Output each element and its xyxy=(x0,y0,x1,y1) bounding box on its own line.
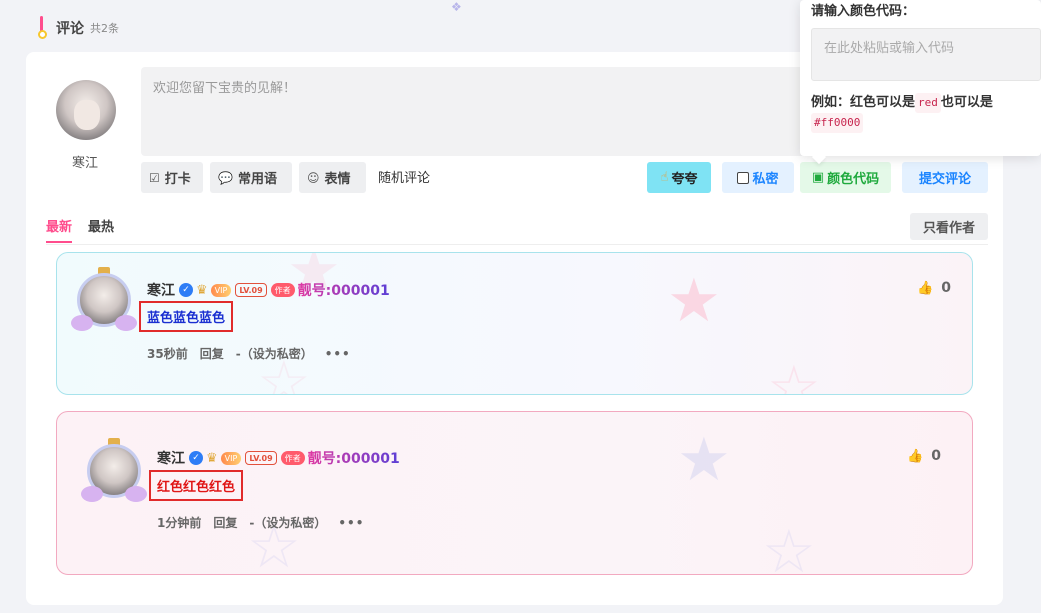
comment-time: 35秒前 xyxy=(147,347,188,361)
comment-header: 寒江 ✓ ♛ VIP LV.09 作者 靓号:000001 xyxy=(157,448,400,468)
star-decoration-icon: ★ xyxy=(677,425,731,495)
kuakua-label: 夸夸 xyxy=(671,172,698,187)
common-phrases-label: 常用语 xyxy=(237,172,277,187)
verified-icon: ✓ xyxy=(179,283,193,297)
random-comment-link[interactable]: 随机评论 xyxy=(378,167,430,186)
tab-newest[interactable]: 最新 xyxy=(46,216,73,243)
color-code-popover: 请输入颜色代码： 在此处粘贴或输入代码 例如：红色可以是 red 也可以是 #ff0… xyxy=(800,0,1041,156)
level-badge: LV.09 xyxy=(235,283,267,297)
author-badge: 作者 xyxy=(280,451,305,465)
current-user-name: 寒江 xyxy=(72,156,99,171)
comment-text: 红色红色红色 xyxy=(149,470,244,501)
star-decoration-icon: ☆ xyxy=(762,517,816,575)
more-icon[interactable]: ••• xyxy=(338,516,364,530)
kuakua-button[interactable]: ☝ 夸夸 xyxy=(647,162,711,193)
vanity-number: 靓号:000001 xyxy=(298,280,390,300)
comment-author-name[interactable]: 寒江 xyxy=(157,448,185,468)
set-private-button[interactable]: -（设为私密） xyxy=(249,514,326,531)
emoji-label: 表情 xyxy=(324,172,351,187)
comment-author-name[interactable]: 寒江 xyxy=(147,280,175,300)
avatar[interactable] xyxy=(71,267,137,333)
vanity-number: 靓号:000001 xyxy=(308,448,400,468)
comment-textarea[interactable]: 欢迎您留下宝贵的见解！ xyxy=(141,67,813,156)
avatar xyxy=(56,80,116,140)
color-code-label: 颜色代码 xyxy=(827,172,880,187)
more-icon[interactable]: ••• xyxy=(325,347,351,361)
color-code-input[interactable]: 在此处粘贴或输入代码 xyxy=(811,28,1041,81)
comment-text: 蓝色蓝色蓝色 xyxy=(139,301,234,332)
example-mid: 也可以是 xyxy=(940,95,993,110)
comment-header: 寒江 ✓ ♛ VIP LV.09 作者 靓号:000001 xyxy=(147,280,390,300)
example-code-hex: #ff0000 xyxy=(811,113,864,133)
vip-badge: VIP xyxy=(210,283,232,297)
thumbs-up-icon: 👍 xyxy=(907,448,924,464)
header-marker-icon xyxy=(38,16,47,40)
comments-count: 共2条 xyxy=(90,22,119,35)
only-author-button[interactable]: 只看作者 xyxy=(910,213,988,240)
submit-comment-button[interactable]: 提交评论 xyxy=(902,162,988,193)
reply-button[interactable]: 回复 xyxy=(213,514,237,531)
comment-item: ★ ☆ ☆ 寒江 ✓ ♛ VIP LV.09 作者 靓号:000001 红色红色… xyxy=(56,411,973,575)
decoration-icon: ❖ xyxy=(451,0,462,14)
divider xyxy=(46,244,988,245)
verified-icon: ✓ xyxy=(189,451,203,465)
like-count: 0 xyxy=(931,448,941,464)
private-checkbox[interactable] xyxy=(737,171,750,184)
crown-icon: ♛ xyxy=(196,282,208,298)
level-badge: LV.09 xyxy=(245,451,277,465)
finger-icon: ☝ xyxy=(660,170,669,185)
author-badge: 作者 xyxy=(270,283,295,297)
star-decoration-icon: ☆ xyxy=(767,353,821,395)
vip-badge: VIP xyxy=(220,451,242,465)
comment-time: 1分钟前 xyxy=(157,516,202,530)
emoji-button[interactable]: ☺ 表情 xyxy=(299,162,366,193)
comment-meta: 1分钟前 回复 -（设为私密） ••• xyxy=(157,514,376,531)
color-code-button[interactable]: ▣ 颜色代码 xyxy=(800,162,891,193)
checkin-label: 打卡 xyxy=(164,172,191,187)
smile-icon: ☺ xyxy=(307,170,320,185)
comment-item: ★ ★ ☆ ☆ 寒江 ✓ ♛ VIP LV.09 作者 靓号:000001 蓝色… xyxy=(56,252,973,395)
like-count: 0 xyxy=(941,280,951,296)
sort-tabs: 最新 最热 xyxy=(46,216,130,243)
set-private-button[interactable]: -（设为私密） xyxy=(236,345,313,362)
example-prefix: 例如：红色可以是 xyxy=(811,95,916,110)
like-button[interactable]: 👍 0 xyxy=(917,280,951,296)
comment-meta: 35秒前 回复 -（设为私密） ••• xyxy=(147,345,363,362)
tab-hottest[interactable]: 最热 xyxy=(88,216,114,243)
common-phrases-button[interactable]: 💬 常用语 xyxy=(210,162,292,193)
thumbs-up-icon: 👍 xyxy=(917,280,934,296)
checkbox-icon: ☑ xyxy=(149,170,160,185)
checkin-button[interactable]: ☑ 打卡 xyxy=(141,162,203,193)
popover-example: 例如：红色可以是 red 也可以是 #ff0000 xyxy=(811,93,1037,133)
robot-icon: ▣ xyxy=(811,170,825,185)
comments-header: 评论 共2条 xyxy=(38,16,119,40)
avatar[interactable] xyxy=(81,438,147,504)
chat-icon: 💬 xyxy=(218,170,233,185)
private-checkbox-button[interactable]: 私密 xyxy=(722,162,794,193)
popover-title: 请输入颜色代码： xyxy=(811,4,916,19)
crown-icon: ♛ xyxy=(206,450,218,466)
star-decoration-icon: ★ xyxy=(667,266,721,336)
example-code-red: red xyxy=(915,93,941,113)
like-button[interactable]: 👍 0 xyxy=(907,448,941,464)
reply-button[interactable]: 回复 xyxy=(200,345,224,362)
private-label: 私密 xyxy=(752,172,779,187)
comments-title: 评论 xyxy=(56,21,84,37)
